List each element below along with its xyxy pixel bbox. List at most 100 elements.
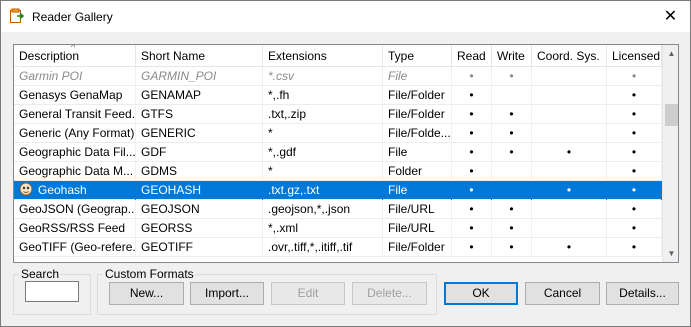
table-row[interactable]: Geohash GEOHASH .txt.gz,.txt File • • • [14,181,662,200]
window-title: Reader Gallery [32,10,113,24]
cell-read: • [452,219,492,238]
ok-button[interactable]: OK [444,282,518,305]
cell-short-name-text: GEOTIFF [141,240,193,254]
cell-licensed-text: • [631,145,637,159]
cell-extensions: *.csv [263,67,383,86]
cell-type: File/Folder [383,86,452,105]
cancel-button[interactable]: Cancel [525,282,600,305]
cell-extensions: *,.gdf [263,143,383,162]
edit-format-button[interactable]: Edit [271,282,345,305]
cell-short-name: GTFS [136,105,263,124]
cell-read: • [452,162,492,181]
table-row[interactable]: Genasys GenaMap GENAMAP *,.fh File/Folder • • [14,86,662,105]
cell-description-text: Geographic Data Fil... [19,145,136,159]
cell-read: • [452,181,492,200]
cell-short-name: GEOHASH [136,181,263,200]
cell-type-text: File/Folde... [388,126,451,140]
cell-extensions: .geojson,*,.json [263,200,383,219]
cell-write [492,86,532,105]
cell-licensed-text: • [631,69,637,83]
reader-table[interactable]: ^ Description Short Name Extensions Type… [13,44,679,263]
table-row[interactable]: General Transit Feed... GTFS .txt,.zip File… [14,105,662,124]
table-row[interactable]: GeoRSS/RSS Feed GEORSS *,.xml File/URL • • • [14,219,662,238]
cell-licensed: • [607,67,662,86]
table-row[interactable]: Geographic Data M... GDMS * Folder • • [14,162,662,181]
delete-format-button[interactable]: Delete... [352,282,427,305]
cell-short-name: GDF [136,143,263,162]
scroll-down-icon[interactable]: ▼ [663,245,678,262]
cell-type: Folder [383,162,452,181]
import-format-button[interactable]: Import... [190,282,264,305]
column-header-read[interactable]: Read [452,45,492,67]
cell-read-text: • [469,183,474,197]
cell-short-name: GARMIN_POI [136,67,263,86]
cell-licensed-text: • [631,202,637,216]
cell-type: File/Folder [383,238,452,257]
table-row[interactable]: GeoJSON (Geograp... GEOJSON .geojson,*,.js… [14,200,662,219]
cell-short-name-text: GARMIN_POI [141,69,217,83]
cell-licensed: • [607,200,662,219]
cell-read-text: • [469,202,474,216]
cell-write: • [492,143,532,162]
cell-short-name-text: GDMS [141,164,177,178]
cell-write-text: • [509,221,514,235]
column-header-licensed[interactable]: Licensed [607,45,662,67]
cell-short-name-text: GENERIC [141,126,196,140]
cell-description: GeoJSON (Geograp... [14,200,136,219]
cell-description-text: Genasys GenaMap [19,88,123,102]
cell-description-text: Garmin POI [19,69,83,83]
cell-coord-sys [532,219,607,238]
cell-licensed-text: • [631,126,637,140]
cell-type: File [383,181,452,200]
table-row[interactable]: GeoTIFF (Geo-refere... GEOTIFF .ovr,.tiff,… [14,238,662,257]
cell-description: General Transit Feed... [14,105,136,124]
cell-description: Geographic Data M... [14,162,136,181]
cell-type-text: File [388,69,408,83]
column-header-short-name[interactable]: Short Name [136,45,263,67]
table-row[interactable]: Garmin POI GARMIN_POI *.csv File • • • [14,67,662,86]
table-row[interactable]: Generic (Any Format) GENERIC * File/Folde..… [14,124,662,143]
column-header-write[interactable]: Write [492,45,532,67]
search-input[interactable] [25,281,79,302]
cell-description: Genasys GenaMap [14,86,136,105]
column-header-extensions[interactable]: Extensions [263,45,383,67]
cell-read: • [452,86,492,105]
cell-licensed: • [607,105,662,124]
vertical-scrollbar[interactable]: ▲ ▼ [662,45,678,262]
cell-extensions-text: .txt,.zip [268,107,307,121]
cell-extensions-text: *,.gdf [268,145,297,159]
cell-type-text: File/Folder [388,88,445,102]
cell-extensions: .txt.gz,.txt [263,181,383,200]
cell-coord-sys [532,105,607,124]
cell-licensed-text: • [631,183,637,197]
cell-read: • [452,67,492,86]
cell-type-text: File/URL [388,221,435,235]
cell-licensed: • [607,162,662,181]
column-header-description[interactable]: ^ Description [14,45,136,67]
cell-write: • [492,200,532,219]
new-format-button[interactable]: New... [109,282,184,305]
close-button[interactable]: ✕ [651,1,690,31]
cell-write: • [492,238,532,257]
cell-type: File [383,67,452,86]
cell-description-text: General Transit Feed... [19,107,136,121]
scrollbar-thumb[interactable] [665,104,678,126]
cell-short-name: GENERIC [136,124,263,143]
details-button[interactable]: Details... [606,282,679,305]
scroll-up-icon[interactable]: ▲ [663,45,678,62]
cell-coord-sys [532,162,607,181]
cell-read: • [452,143,492,162]
cell-coord-sys-text: • [566,183,572,197]
cell-type-text: File [388,183,408,197]
cell-write-text: • [509,69,514,83]
cell-coord-sys-text: • [566,240,572,254]
cell-write [492,181,532,200]
dialog-body: ^ Description Short Name Extensions Type… [1,32,690,326]
table-row[interactable]: Geographic Data Fil... GDF *,.gdf File • • • • [14,143,662,162]
reader-gallery-app-icon [9,8,25,24]
cell-read-text: • [469,107,474,121]
cell-licensed-text: • [631,107,637,121]
cell-extensions-text: * [268,164,273,178]
column-header-coord-sys[interactable]: Coord. Sys. [532,45,607,67]
column-header-type[interactable]: Type [383,45,452,67]
